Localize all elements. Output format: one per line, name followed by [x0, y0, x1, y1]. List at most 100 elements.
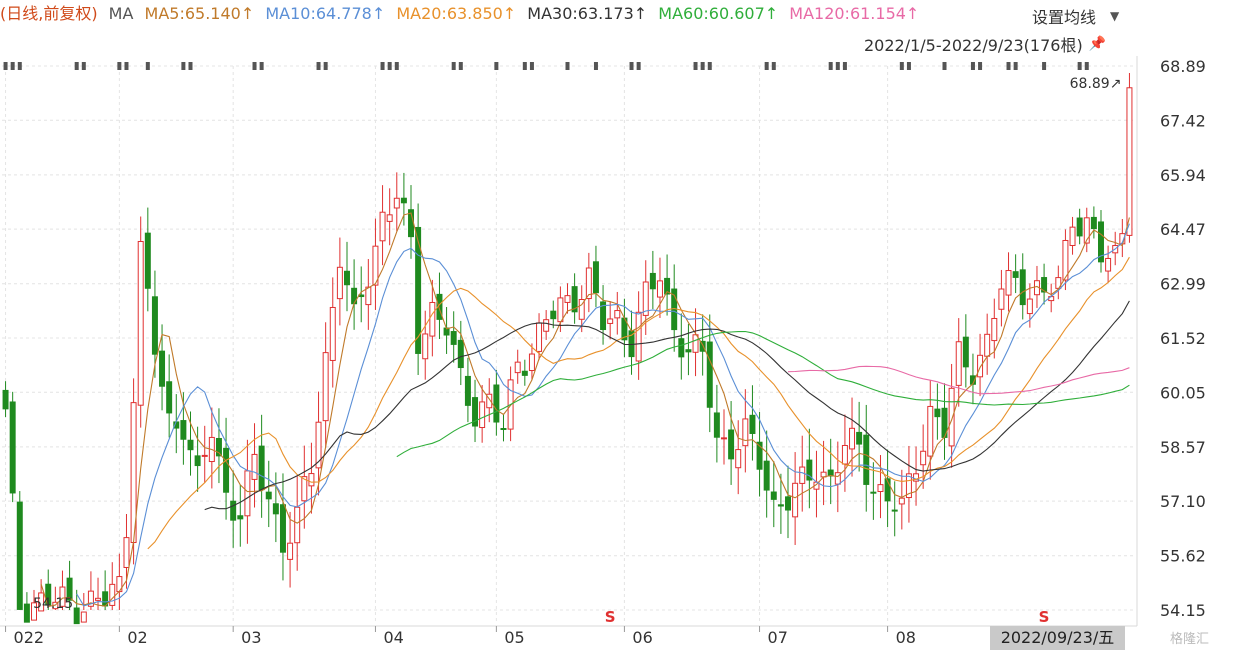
- event-dot: [693, 62, 698, 70]
- y-tick-label: 58.57: [1160, 438, 1206, 457]
- y-tick-label: 54.15: [1160, 601, 1206, 620]
- ma20-legend-item: MA20:63.850↑: [396, 4, 517, 23]
- x-tick-label: 08: [896, 628, 916, 647]
- candle-body: [898, 497, 905, 505]
- candle-body: [223, 447, 230, 493]
- candle-body: [16, 501, 23, 610]
- ma-settings-dropdown[interactable]: 设置均线 ▼: [1032, 4, 1119, 28]
- candle-body: [1105, 257, 1112, 272]
- candle-body: [521, 370, 528, 376]
- candle-body: [365, 286, 372, 306]
- date-range-label: 2022/1/5-2022/9/23(176根): [864, 36, 1083, 55]
- candle-body: [294, 506, 301, 544]
- candle-body: [123, 537, 130, 568]
- current-date-badge: 2022/09/23/五: [990, 626, 1125, 650]
- candle-body: [1076, 217, 1083, 237]
- candle-body: [23, 603, 30, 623]
- candle-body: [429, 301, 436, 337]
- candle-body: [564, 295, 571, 303]
- candle-body: [1069, 226, 1076, 247]
- candle-body: [920, 450, 927, 466]
- x-tick-label: 04: [383, 628, 403, 647]
- candle-body: [792, 482, 799, 518]
- event-dot: [842, 62, 847, 70]
- candle-body: [692, 334, 699, 353]
- event-dot: [978, 62, 983, 70]
- candle-body: [841, 444, 848, 465]
- event-dot: [117, 62, 122, 70]
- candle-body: [998, 288, 1005, 310]
- event-dot: [835, 62, 840, 70]
- y-tick-label: 62.99: [1160, 275, 1206, 294]
- event-dot: [316, 62, 321, 70]
- candle-body: [187, 439, 194, 451]
- event-dot: [380, 62, 385, 70]
- event-dot: [522, 62, 527, 70]
- ma10-legend-item: MA10:64.778↑: [265, 4, 386, 23]
- event-dot: [828, 62, 833, 70]
- ma10-line: [76, 223, 1130, 607]
- candle-body: [948, 387, 955, 447]
- event-dot: [74, 62, 79, 70]
- candle-body: [1126, 87, 1133, 236]
- price-annotation: 54.15: [33, 596, 73, 612]
- candle-body: [386, 214, 393, 222]
- candle-body: [400, 197, 407, 204]
- event-dot: [451, 62, 456, 70]
- candle-body: [934, 408, 941, 418]
- candle-body: [728, 429, 735, 460]
- candle-body: [393, 197, 400, 209]
- candle-body: [870, 491, 877, 494]
- candle-body: [251, 453, 258, 480]
- event-dot: [145, 62, 150, 70]
- candle-body: [80, 611, 87, 623]
- candle-body: [749, 414, 756, 434]
- candle-body: [656, 280, 663, 298]
- event-dot: [629, 62, 634, 70]
- candle-body: [500, 428, 507, 431]
- event-dot: [593, 62, 598, 70]
- candle-body: [95, 597, 102, 601]
- candle-body: [151, 296, 158, 355]
- candle-body: [550, 310, 557, 320]
- x-tick-label: 05: [504, 628, 524, 647]
- candle-body: [2, 389, 9, 410]
- ma30-legend-item: MA30:63.173↑: [527, 4, 648, 23]
- event-dot: [636, 62, 641, 70]
- event-dot: [700, 62, 705, 70]
- candle-body: [279, 504, 286, 553]
- pin-icon[interactable]: 📌: [1089, 36, 1106, 52]
- ma120-legend-item: MA120:61.154↑: [789, 4, 920, 23]
- date-range-display: 2022/1/5-2022/9/23(176根) 📌: [864, 32, 1106, 56]
- event-dot: [970, 62, 975, 70]
- candle-body: [422, 333, 429, 360]
- candle-body: [464, 375, 471, 406]
- candle-body: [685, 349, 692, 353]
- candle-body: [144, 232, 151, 289]
- candle-body: [770, 491, 777, 500]
- event-dot: [771, 62, 776, 70]
- y-tick-label: 60.05: [1160, 383, 1206, 402]
- candle-body: [742, 418, 749, 447]
- candle-body: [927, 405, 934, 457]
- candle-body: [137, 240, 144, 406]
- price-annotation: 68.89↗: [1070, 76, 1122, 92]
- candle-body: [785, 496, 791, 511]
- event-dot: [10, 62, 15, 70]
- candle-body: [977, 354, 984, 378]
- candle-body: [536, 322, 543, 352]
- ma-label: MA: [108, 4, 134, 23]
- candlestick-chart[interactable]: 68.89 67.42 65.94 64.47 62.99 61.52 60.05 58.57…: [0, 56, 1243, 650]
- event-dot: [387, 62, 392, 70]
- candle-body: [713, 412, 720, 438]
- candle-body: [528, 353, 535, 372]
- candle-body: [721, 437, 727, 440]
- x-tick-label: 022: [14, 628, 45, 647]
- candle-body: [856, 431, 863, 445]
- candle-body: [984, 333, 991, 357]
- y-tick-label: 68.89: [1160, 57, 1206, 76]
- candle-body: [635, 311, 642, 362]
- event-dot: [252, 62, 257, 70]
- candle-body: [877, 484, 884, 493]
- y-tick-label: 55.62: [1160, 547, 1206, 566]
